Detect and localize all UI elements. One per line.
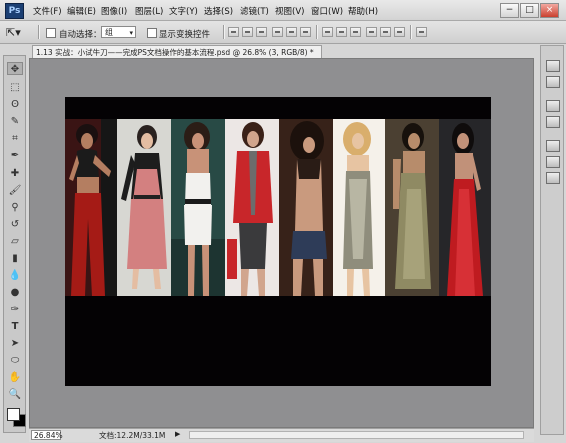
shape-tool-icon[interactable]: ⬭ (7, 354, 23, 367)
history-brush-tool-icon[interactable]: ↺ (7, 218, 23, 231)
align-left-icon[interactable] (272, 27, 283, 37)
menu-type[interactable]: 文字(Y) (169, 5, 198, 17)
minimize-button[interactable]: − (500, 3, 519, 18)
horizontal-scrollbar[interactable] (189, 431, 524, 439)
quick-selection-tool-icon[interactable]: ✎ (7, 115, 23, 128)
photo-woman-white-outfit (171, 119, 225, 296)
options-bar: ⇱▾ 自动选择： 组 ▾ 显示变换控件 (0, 21, 566, 44)
photo-image (225, 119, 279, 296)
auto-select-checkbox[interactable] (46, 28, 56, 38)
separator (223, 25, 225, 39)
show-transform-label: 显示变换控件 (159, 30, 211, 40)
brush-tool-icon[interactable]: 🖌 (7, 184, 23, 197)
photo-woman-sequin-dress (333, 119, 385, 296)
menu-select[interactable]: 选择(S) (204, 5, 233, 17)
restore-button[interactable]: □ (520, 3, 539, 18)
dodge-tool-icon[interactable]: ● (7, 286, 23, 299)
eyedropper-tool-icon[interactable]: ✒ (7, 149, 23, 162)
crop-tool-icon[interactable]: ⌗ (7, 132, 23, 145)
actions-panel-icon[interactable] (546, 76, 560, 88)
photo-woman-red-jacket (225, 119, 279, 296)
photo-image (385, 119, 439, 296)
auto-select-label: 自动选择： (59, 30, 102, 40)
photo-woman-olive-dress (385, 119, 439, 296)
chevron-down-icon: ▾ (129, 29, 133, 37)
document-tab[interactable]: 1.13 实战：小试牛刀——完成PS文档操作的基本流程.psd @ 26.8% … (32, 45, 322, 58)
menu-view[interactable]: 视图(V) (275, 5, 304, 17)
menu-bar: Ps 文件(F) 编辑(E) 图像(I) 图层(L) 文字(Y) 选择(S) 滤… (0, 0, 566, 21)
photo-image (279, 119, 333, 296)
status-menu-arrow-icon[interactable]: ▶ (175, 430, 180, 438)
swatches-panel-icon[interactable] (546, 116, 560, 128)
zoom-tool-icon[interactable]: 🔍 (7, 388, 23, 401)
show-transform-checkbox[interactable] (147, 28, 157, 38)
history-panel-icon[interactable] (546, 60, 560, 72)
menu-window[interactable]: 窗口(W) (311, 5, 343, 17)
blur-tool-icon[interactable]: 💧 (7, 269, 23, 282)
photo-image (65, 119, 117, 296)
photo-woman-denim-shorts (279, 119, 333, 296)
type-tool-icon[interactable]: T (7, 320, 23, 333)
auto-align-layers-icon[interactable] (416, 27, 427, 37)
move-tool-preset-icon[interactable]: ⇱▾ (6, 26, 21, 39)
distribute-bottom-icon[interactable] (350, 27, 361, 37)
zoom-level-field[interactable]: 26.84% (31, 430, 63, 440)
auto-select-dropdown[interactable]: 组 ▾ (101, 26, 136, 38)
path-selection-tool-icon[interactable]: ➤ (7, 337, 23, 350)
align-vertical-center-icon[interactable] (242, 27, 253, 37)
hand-tool-icon[interactable]: ✋ (7, 371, 23, 384)
clone-stamp-tool-icon[interactable]: ⚲ (7, 201, 23, 214)
marquee-tool-icon[interactable]: ⬚ (7, 81, 23, 94)
close-window-button[interactable]: × (540, 3, 559, 18)
distribute-vertical-center-icon[interactable] (336, 27, 347, 37)
photo-woman-pink-dress (117, 119, 171, 296)
status-bar: 26.84% 文档:12.2M/33.1M ▶ (29, 428, 534, 442)
align-right-icon[interactable] (300, 27, 311, 37)
photo-image (333, 119, 385, 296)
separator (410, 25, 412, 39)
separator (38, 25, 40, 39)
document-canvas[interactable] (65, 97, 491, 386)
tools-panel: ✥ ⬚ ʘ ✎ ⌗ ✒ ✚ 🖌 ⚲ ↺ ▱ ▮ 💧 ● ✑ T ➤ ⬭ ✋ 🔍 (3, 55, 26, 433)
menu-edit[interactable]: 编辑(E) (67, 5, 96, 17)
foreground-color-swatch[interactable] (7, 408, 20, 421)
healing-brush-tool-icon[interactable]: ✚ (7, 167, 23, 180)
menu-file[interactable]: 文件(F) (33, 5, 62, 17)
photo-woman-red-gown (439, 119, 491, 296)
distribute-horizontal-center-icon[interactable] (380, 27, 391, 37)
menu-filter[interactable]: 滤镜(T) (240, 5, 269, 17)
pen-tool-icon[interactable]: ✑ (7, 303, 23, 316)
close-tab-icon[interactable]: × (320, 48, 321, 57)
menu-help[interactable]: 帮助(H) (348, 5, 378, 17)
document-title: 1.13 实战：小试牛刀——完成PS文档操作的基本流程.psd @ 26.8% … (36, 48, 314, 57)
distribute-left-icon[interactable] (366, 27, 377, 37)
menu-image[interactable]: 图像(I) (101, 5, 127, 17)
photo-strip (65, 119, 491, 296)
adjustments-panel-icon[interactable] (546, 100, 560, 112)
paths-panel-icon[interactable] (546, 172, 560, 184)
align-bottom-icon[interactable] (256, 27, 267, 37)
document-size-info: 文档:12.2M/33.1M (99, 431, 166, 440)
channels-panel-icon[interactable] (546, 156, 560, 168)
panel-dock (540, 45, 564, 435)
move-tool-icon[interactable]: ✥ (7, 62, 23, 75)
auto-select-value: 组 (105, 28, 113, 37)
distribute-top-icon[interactable] (322, 27, 333, 37)
eraser-tool-icon[interactable]: ▱ (7, 235, 23, 248)
photo-image (439, 119, 491, 296)
photo-image (117, 119, 171, 296)
align-horizontal-center-icon[interactable] (286, 27, 297, 37)
photo-image (171, 119, 225, 296)
lasso-tool-icon[interactable]: ʘ (7, 98, 23, 111)
photoshop-logo-icon: Ps (5, 3, 24, 19)
menu-layer[interactable]: 图层(L) (135, 5, 163, 17)
distribute-right-icon[interactable] (394, 27, 405, 37)
separator (316, 25, 318, 39)
layers-panel-icon[interactable] (546, 140, 560, 152)
align-top-icon[interactable] (228, 27, 239, 37)
gradient-tool-icon[interactable]: ▮ (7, 252, 23, 265)
photo-woman-red-pants (65, 119, 117, 296)
